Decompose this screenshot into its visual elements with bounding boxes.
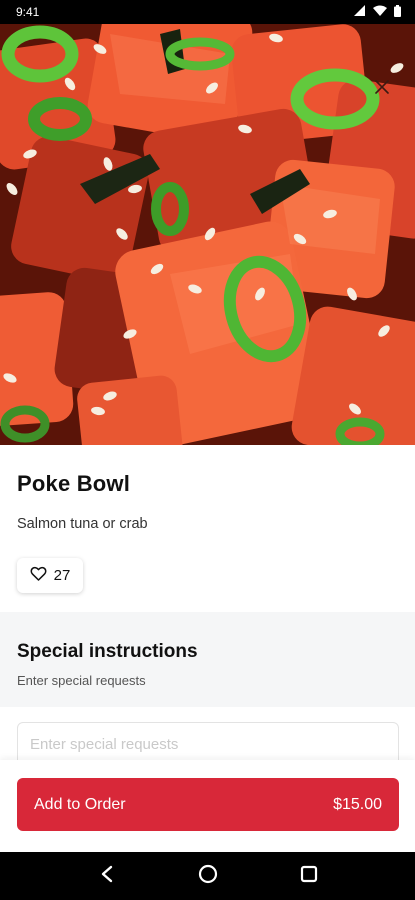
like-count: 27 — [53, 567, 71, 584]
status-icons — [354, 4, 401, 20]
status-bar: 9:41 — [0, 0, 415, 24]
home-icon — [198, 864, 218, 889]
order-price: $15.00 — [333, 795, 382, 813]
signal-icon — [354, 5, 366, 19]
add-to-order-button[interactable]: Add to Order $15.00 — [17, 778, 399, 831]
poke-bowl-photo — [0, 24, 415, 445]
special-requests-input[interactable] — [18, 723, 398, 765]
back-icon — [100, 865, 114, 888]
recents-icon — [300, 865, 318, 888]
bottom-bar: Add to Order $15.00 — [0, 760, 415, 852]
system-nav-bar — [0, 852, 415, 900]
add-to-order-label: Add to Order — [34, 795, 126, 813]
item-detail-screen: 9:41 Poke Bowl Salmon tuna or crab 27 Sp… — [0, 0, 415, 900]
special-instructions-title: Special instructions — [17, 641, 198, 662]
back-button[interactable] — [87, 856, 127, 896]
special-instructions-subtitle: Enter special requests — [17, 673, 146, 688]
item-description: Salmon tuna or crab — [17, 516, 148, 532]
item-title: Poke Bowl — [17, 471, 131, 496]
close-button[interactable] — [369, 74, 395, 100]
heart-icon — [30, 566, 47, 585]
wifi-icon — [373, 5, 387, 19]
battery-icon — [394, 4, 401, 20]
home-button[interactable] — [188, 856, 228, 896]
recents-button[interactable] — [289, 856, 329, 896]
like-button[interactable]: 27 — [17, 558, 83, 593]
close-icon — [375, 80, 389, 94]
special-instructions-section: Special instructions Enter special reque… — [0, 612, 415, 707]
status-time: 9:41 — [16, 5, 40, 19]
